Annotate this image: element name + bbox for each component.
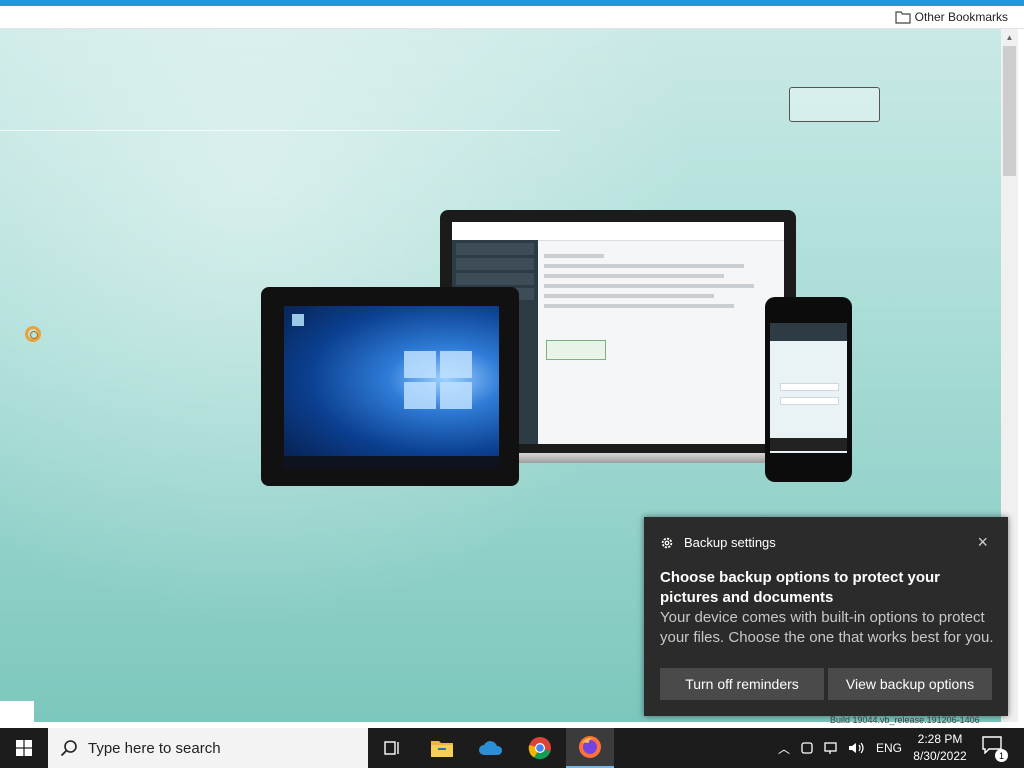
action-center-button[interactable]: 1 [982, 736, 1008, 762]
clock-date: 8/30/2022 [913, 749, 967, 763]
task-view-button[interactable] [368, 728, 416, 768]
gear-icon [661, 537, 673, 548]
firefox-icon [579, 736, 601, 758]
folder-icon [895, 11, 911, 24]
scroll-up-icon[interactable]: ▲ [1001, 29, 1018, 46]
volume-icon[interactable] [848, 741, 866, 755]
notification-count-badge: 1 [995, 749, 1008, 762]
taskbar-search-box[interactable]: Type here to search [48, 728, 368, 768]
start-button[interactable] [0, 728, 48, 768]
input-language[interactable]: ENG [876, 741, 902, 755]
scroll-thumb[interactable] [1003, 46, 1016, 176]
toast-body: Your device comes with built-in options … [660, 609, 994, 646]
divider-line [0, 130, 560, 131]
phone-slide-bar [770, 438, 847, 451]
tablet-device-image [261, 287, 519, 486]
close-icon[interactable]: × [977, 533, 988, 551]
turn-off-reminders-button[interactable]: Turn off reminders [660, 668, 824, 700]
clock-time: 2:28 PM [917, 732, 963, 746]
corner-widget[interactable] [0, 701, 34, 722]
search-icon [60, 740, 77, 757]
windows-logo-icon [404, 351, 474, 411]
windows-start-icon [16, 740, 32, 756]
show-hidden-icons-chevron-up-icon[interactable]: ︿ [778, 740, 790, 757]
view-backup-options-button[interactable]: View backup options [828, 668, 992, 700]
system-tray: ︿ ENG [778, 728, 902, 768]
phone-screen [770, 323, 847, 453]
search-placeholder: Type here to search [88, 739, 221, 757]
file-explorer-icon [431, 741, 453, 757]
toast-app-name: Backup settings [684, 535, 776, 550]
bookmarks-bar: Other Bookmarks [0, 6, 1024, 29]
other-bookmarks-folder[interactable]: Other Bookmarks [895, 8, 1008, 26]
network-icon[interactable] [824, 741, 840, 755]
desktop-app-icon [292, 314, 304, 326]
build-status-text: Build 19044.vb_release.191206-1406 [830, 715, 980, 725]
phone-password-field [780, 397, 839, 405]
header-outline-button[interactable] [789, 87, 880, 122]
chrome-icon [528, 737, 551, 760]
loading-spinner-icon [25, 326, 41, 342]
toast-title: Choose backup options to protect your pi… [660, 569, 941, 606]
other-bookmarks-label: Other Bookmarks [914, 10, 1008, 24]
onedrive-button[interactable] [467, 728, 515, 768]
toast-header: Backup settings [660, 535, 776, 550]
windows-taskbar: Type here to search ︿ ENG 2:28 PM 8/30/2… [0, 728, 1024, 768]
meet-now-icon[interactable] [800, 741, 814, 755]
taskbar-clock[interactable]: 2:28 PM 8/30/2022 [905, 731, 975, 765]
onedrive-icon [479, 741, 503, 755]
dashboard-ok-box [546, 340, 606, 360]
task-view-icon [384, 741, 399, 755]
file-explorer-button[interactable] [418, 728, 466, 768]
phone-app-header [770, 323, 847, 341]
phone-device-image [765, 297, 852, 482]
chrome-button[interactable] [516, 728, 564, 768]
dashboard-main [544, 248, 780, 438]
backup-settings-toast: Backup settings × Choose backup options … [644, 517, 1008, 716]
dashboard-header [452, 222, 784, 241]
tablet-taskbar [284, 456, 499, 468]
phone-login-field [780, 383, 839, 391]
firefox-button[interactable] [566, 728, 614, 768]
tablet-screen [284, 306, 499, 468]
